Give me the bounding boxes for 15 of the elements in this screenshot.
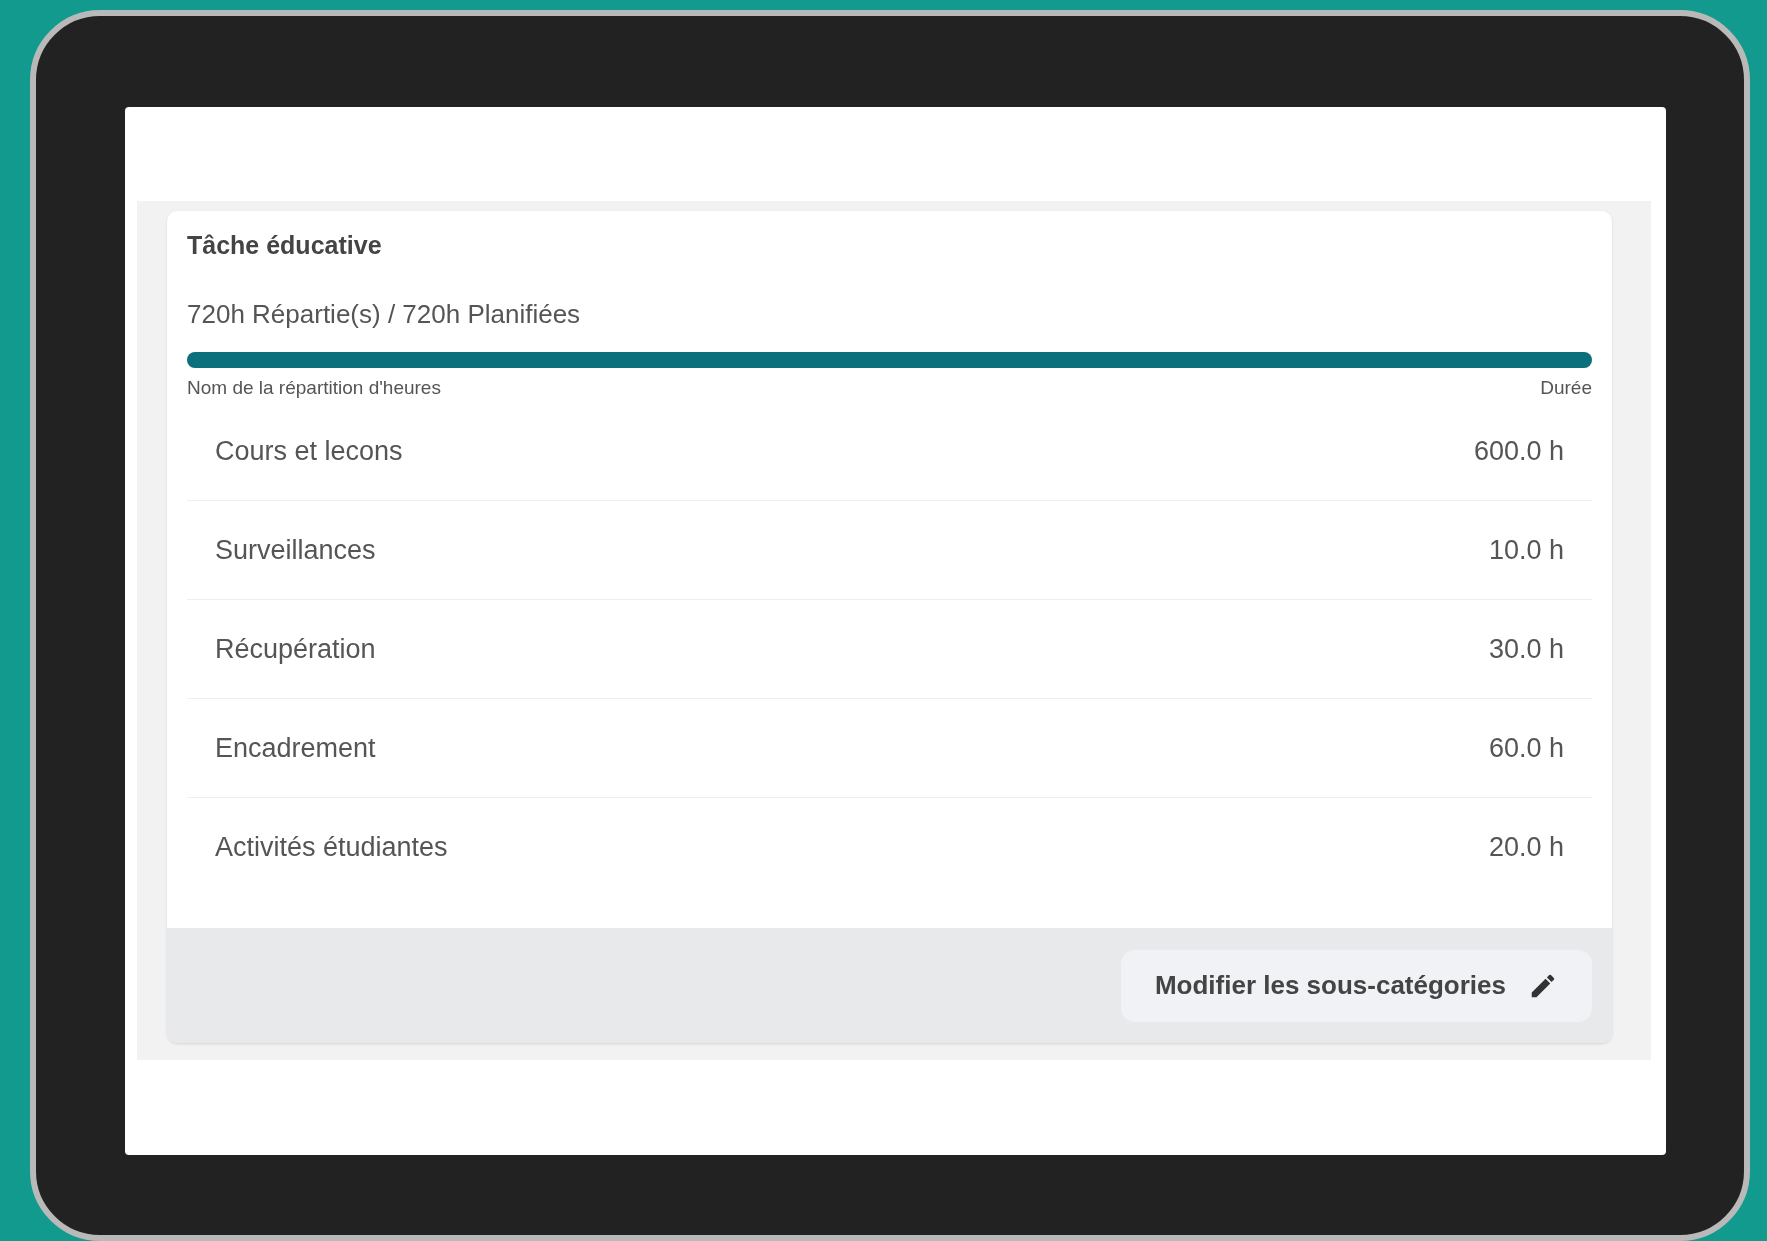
row-duration: 20.0 h: [1488, 831, 1564, 865]
row-name: Surveillances: [215, 533, 376, 567]
row-name: Encadrement: [215, 731, 376, 765]
card-title: Tâche éducative: [187, 230, 382, 261]
row-duration: 600.0 h: [1473, 434, 1564, 468]
edit-subcategories-button[interactable]: Modifier les sous-catégories: [1120, 949, 1592, 1022]
row-duration: 60.0 h: [1488, 731, 1564, 765]
row-name: Cours et lecons: [215, 434, 403, 468]
hours-summary: 720h Répartie(s) / 720h Planifiées: [187, 297, 581, 331]
row-name: Récupération: [215, 632, 376, 666]
row-duration: 10.0 h: [1488, 533, 1564, 567]
column-header: Durée: [1540, 375, 1592, 400]
row-duration: 30.0 h: [1488, 632, 1564, 666]
row-name: Activités étudiantes: [215, 831, 448, 865]
column-header: Nom de la répartition d'heures: [187, 375, 441, 400]
